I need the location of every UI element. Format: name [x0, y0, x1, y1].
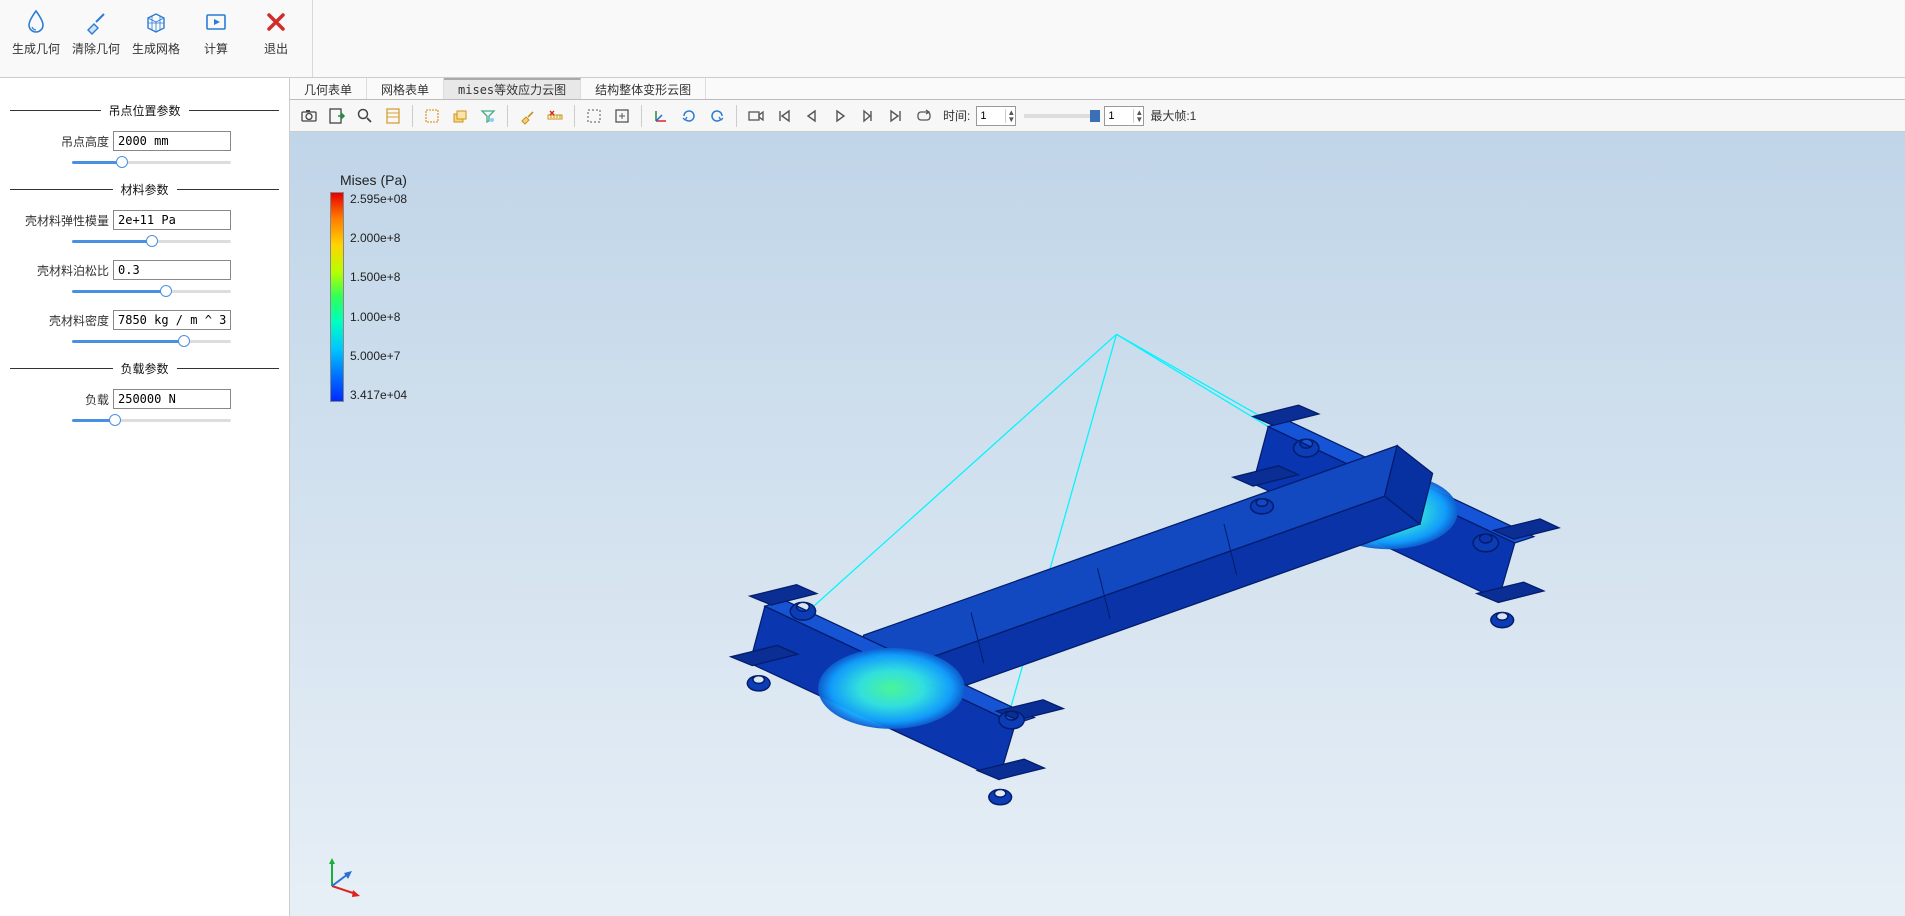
density-input[interactable]: [113, 310, 231, 330]
hang-height-input[interactable]: [113, 131, 231, 151]
tab-mises[interactable]: mises等效应力云图: [444, 78, 581, 99]
poisson-slider[interactable]: [72, 290, 231, 293]
elastic-label: 壳材料弹性模量: [25, 212, 109, 229]
camera-icon[interactable]: [296, 103, 322, 129]
load-label: 负载: [85, 391, 109, 408]
result-tabs: 几何表单 网格表单 mises等效应力云图 结构整体变形云图: [290, 78, 1905, 100]
rotate-ccw-icon[interactable]: [704, 103, 730, 129]
load-slider[interactable]: [72, 419, 231, 422]
export-icon[interactable]: [324, 103, 350, 129]
density-label: 壳材料密度: [49, 312, 109, 329]
exit-label: 退出: [264, 40, 288, 57]
compute-label: 计算: [204, 40, 228, 57]
generate-mesh-button[interactable]: 生成网格: [132, 6, 180, 73]
generate-geometry-button[interactable]: 生成几何: [12, 6, 60, 73]
clear-geometry-button[interactable]: 清除几何: [72, 6, 120, 73]
group-title-hang: 吊点位置参数: [10, 102, 279, 119]
group-title-load: 负载参数: [10, 360, 279, 377]
parameter-sidebar: 吊点位置参数 吊点高度 材料参数 壳材料弹性模量 壳材料泊松比 壳材料密度: [0, 78, 290, 916]
density-slider[interactable]: [72, 340, 231, 343]
compute-button[interactable]: 计算: [192, 6, 240, 73]
tab-mesh[interactable]: 网格表单: [367, 78, 444, 99]
step-fwd-icon[interactable]: [855, 103, 881, 129]
layers-icon[interactable]: [447, 103, 473, 129]
ruler-x-icon[interactable]: [542, 103, 568, 129]
marquee-icon[interactable]: [581, 103, 607, 129]
generate-mesh-label: 生成网格: [132, 40, 180, 57]
poisson-label: 壳材料泊松比: [37, 262, 109, 279]
step-back-icon[interactable]: [799, 103, 825, 129]
viewport-toolbar: 时间: ▲▼ ▲▼ 最大帧:1: [290, 100, 1905, 132]
clear-geometry-label: 清除几何: [72, 40, 120, 57]
rotate-cw-icon[interactable]: [676, 103, 702, 129]
sheet-icon[interactable]: [380, 103, 406, 129]
tab-deformation[interactable]: 结构整体变形云图: [581, 78, 706, 99]
close-x-icon: [262, 8, 290, 36]
play-rect-icon: [202, 8, 230, 36]
axis-triad-icon[interactable]: [648, 103, 674, 129]
hang-height-label: 吊点高度: [61, 133, 109, 150]
ribbon-toolbar: 生成几何 清除几何 生成网格 计算: [0, 0, 1905, 78]
skip-back-icon[interactable]: [771, 103, 797, 129]
poisson-row: 壳材料泊松比: [10, 260, 279, 280]
cube-mesh-icon: [142, 8, 170, 36]
broom-icon[interactable]: [514, 103, 540, 129]
frame-spin[interactable]: ▲▼: [1104, 106, 1144, 126]
axis-triad: [318, 852, 366, 900]
elastic-input[interactable]: [113, 210, 231, 230]
exit-button[interactable]: 退出: [252, 6, 300, 73]
time-spin[interactable]: ▲▼: [976, 106, 1016, 126]
time-slider[interactable]: [1024, 114, 1096, 118]
load-input[interactable]: [113, 389, 231, 409]
group-title-material: 材料参数: [10, 181, 279, 198]
time-label: 时间:: [943, 107, 970, 124]
search-zoom-icon[interactable]: [352, 103, 378, 129]
generate-geometry-label: 生成几何: [12, 40, 60, 57]
fea-model-render: [290, 132, 1905, 916]
elastic-row: 壳材料弹性模量: [10, 210, 279, 230]
3d-viewport[interactable]: Mises (Pa) 2.595e+08 2.000e+8 1.500e+8 1…: [290, 132, 1905, 916]
fit-icon[interactable]: [609, 103, 635, 129]
loop-icon[interactable]: [911, 103, 937, 129]
skip-fwd-icon[interactable]: [883, 103, 909, 129]
density-row: 壳材料密度: [10, 310, 279, 330]
poisson-input[interactable]: [113, 260, 231, 280]
drop-icon: [22, 8, 50, 36]
hang-height-slider[interactable]: [72, 161, 231, 164]
load-row: 负载: [10, 389, 279, 409]
camera-video-icon[interactable]: [743, 103, 769, 129]
select-rect-icon[interactable]: [419, 103, 445, 129]
tab-geometry[interactable]: 几何表单: [290, 78, 367, 99]
hang-height-row: 吊点高度: [10, 131, 279, 151]
filter-icon[interactable]: [475, 103, 501, 129]
maxframe-label: 最大帧:1: [1150, 107, 1196, 124]
play-icon[interactable]: [827, 103, 853, 129]
brush-icon: [82, 8, 110, 36]
elastic-slider[interactable]: [72, 240, 231, 243]
ribbon-group-main: 生成几何 清除几何 生成网格 计算: [0, 0, 313, 77]
